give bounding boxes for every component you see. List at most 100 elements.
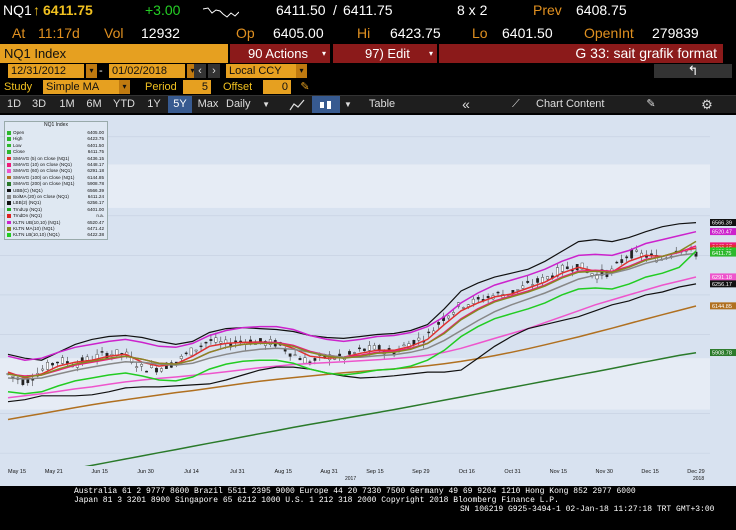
back-arrow-icon[interactable]: ↰ [654, 64, 732, 78]
price-tag-label: 6144.85 [712, 304, 732, 310]
candle-body [135, 366, 139, 368]
range-1m[interactable]: 1M [54, 96, 80, 113]
security-field[interactable]: NQ1 Index [0, 44, 228, 63]
line-chart-icon[interactable] [286, 96, 308, 113]
range-5y[interactable]: 5Y [168, 96, 192, 113]
legend-item[interactable]: SMAVG (200) on Close (NQ1) 5908.78 [7, 181, 105, 186]
chevron-down-icon: ▾ [321, 49, 326, 58]
legend-item[interactable]: Low 6401.50 [7, 143, 105, 148]
candle-body [367, 345, 371, 351]
x-tick-label: Dec 15 [641, 469, 658, 475]
legend-item[interactable]: Close 6411.75 [7, 149, 105, 154]
legend-swatch [7, 201, 11, 205]
legend-item[interactable]: TrndUp (NQ1) 6401.00 [7, 207, 105, 212]
legend-item[interactable]: KLTN MA(10) (NQ1) 6471.42 [7, 226, 105, 231]
x-tick-label: Jun 15 [91, 469, 108, 475]
price-chart[interactable]: 540056005800600062006400660068007000 656… [0, 113, 736, 486]
legend-item-name: SMAVG (100) on Close (NQ1) [13, 174, 75, 180]
study-bar: Study Simple MA ▾ Period 5 Offset 0 ✎ [0, 80, 736, 94]
study-select[interactable]: Simple MA [43, 80, 119, 94]
legend-item[interactable]: UBB(C) (NQ1) 6566.39 [7, 188, 105, 193]
range-1y[interactable]: 1Y [142, 96, 166, 113]
period-field[interactable]: 5 [183, 80, 211, 94]
x-tick-label: Sep 15 [366, 469, 383, 475]
legend-item[interactable]: SMAVG (60) on Close (NQ1) 6291.18 [7, 168, 105, 173]
chart-content-button[interactable]: ⟋ Chart Content [510, 96, 610, 113]
x-tick-label: Jun 30 [137, 469, 154, 475]
candle-body [461, 307, 465, 309]
candle-body [204, 341, 208, 344]
range-3d[interactable]: 3D [27, 96, 51, 113]
chevron-right-icon[interactable]: › [208, 64, 220, 78]
candle-body [179, 356, 183, 359]
chart-toolbar: 1D 3D 1M 6M YTD 1Y 5Y Max Daily ▼ ▼ Tabl… [0, 95, 736, 114]
legend-item[interactable]: KLTN LB(10,10) (NQ1) 6422.38 [7, 232, 105, 237]
candle-body [194, 349, 198, 352]
candle-body [209, 339, 213, 341]
legend-item[interactable]: KLTN UB(10,10) (NQ1) 6520.47 [7, 220, 105, 225]
offset-field[interactable]: 0 [263, 80, 291, 94]
chevron-down-icon[interactable]: ▼ [342, 96, 354, 113]
collapse-button[interactable]: « [452, 96, 480, 113]
range-ytd[interactable]: YTD [108, 96, 140, 113]
candle-body [56, 361, 59, 364]
chevron-down-icon[interactable]: ▾ [119, 80, 130, 94]
pencil-icon[interactable]: ✎ [297, 80, 313, 94]
table-button[interactable]: Table [362, 96, 402, 113]
x-tick-label: Jul 14 [184, 469, 199, 475]
candle-body [635, 249, 639, 252]
start-date-field[interactable]: 12/31/2012 [8, 64, 84, 78]
actions-menu[interactable]: 90 Actions ▾ [230, 44, 330, 63]
legend-item[interactable]: LBB(2) (NQ1) 6256.17 [7, 200, 105, 205]
candle-body [496, 291, 500, 294]
chevron-left-icon[interactable]: ‹ [194, 64, 206, 78]
legend-item[interactable]: TrndDn (NQ1) n.a. [7, 213, 105, 218]
legend-item-value: 6411.24 [87, 194, 104, 199]
legend-item[interactable]: BolMA (20) on Close (NQ1) 6411.24 [7, 194, 105, 199]
annotate-icon[interactable]: ✎ [640, 96, 662, 113]
legend-item-name: KLTN LB(10,10) (NQ1) [13, 232, 60, 238]
chart-type-icon[interactable] [312, 96, 340, 113]
range-1d[interactable]: 1D [3, 96, 25, 113]
edit-menu[interactable]: 97) Edit ▾ [333, 44, 437, 63]
legend-item[interactable]: Open 6405.00 [7, 130, 105, 135]
chevron-down-icon[interactable]: ▾ [296, 64, 307, 78]
gear-icon[interactable]: ⚙ [696, 96, 718, 113]
legend-item[interactable]: SMAVG (10) on Close (NQ1) 6448.17 [7, 162, 105, 167]
candle-body [61, 357, 64, 364]
legend-item[interactable]: SMAVG (100) on Close (NQ1) 6144.85 [7, 175, 105, 180]
calendar-icon[interactable]: ▾ [86, 64, 97, 78]
candle-body [372, 345, 376, 350]
candle-body [402, 344, 406, 347]
candle-body [536, 278, 540, 283]
edit-label: 97) Edit [365, 46, 410, 61]
openint-value: 279839 [652, 25, 699, 41]
end-date-field[interactable]: 01/02/2018 [109, 64, 185, 78]
op-value: 6405.00 [273, 25, 324, 41]
ticker[interactable]: NQ1 [3, 0, 32, 20]
x-tick-label: Nov 15 [550, 469, 567, 475]
last-price: 6411.75 [43, 2, 93, 18]
legend-swatch [7, 150, 11, 154]
quote-header: NQ1 ↑ 6411.75 +3.00 6411.50 / 6411.75 8 … [0, 0, 736, 23]
candle-body [486, 296, 490, 299]
interval-select[interactable]: Daily ▼ [226, 96, 274, 113]
legend-item[interactable]: High 6423.75 [7, 136, 105, 141]
range-6m[interactable]: 6M [82, 96, 106, 113]
range-max[interactable]: Max [194, 96, 222, 113]
candle-body [199, 345, 203, 348]
chart-legend[interactable]: NQ1 Index Open 6405.00 High 6423.75 Low 6401.… [4, 121, 108, 240]
price-tag-label: 5908.78 [712, 351, 732, 357]
legend-item-name: SMAVG (200) on Close (NQ1) [13, 181, 75, 187]
candle-body [31, 378, 35, 381]
candle-body [531, 284, 535, 286]
currency-select[interactable]: Local CCY [226, 64, 296, 78]
legend-swatch [7, 214, 11, 218]
last-price-arrow: ↑ [33, 2, 40, 18]
interval-label: Daily [226, 98, 251, 110]
legend-item[interactable]: SMAVG (5) on Close (NQ1) 6436.15 [7, 156, 105, 161]
legend-item-value: n.a. [96, 213, 104, 219]
legend-item-name: Low [13, 142, 22, 148]
candle-body [526, 280, 530, 283]
candle-body [189, 347, 193, 356]
